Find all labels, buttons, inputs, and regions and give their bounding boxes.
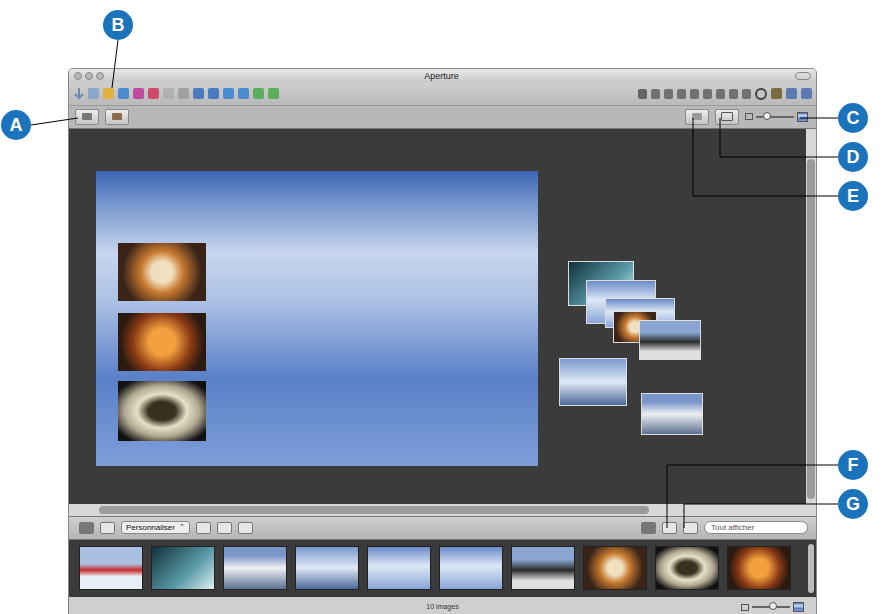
layout-icon[interactable] bbox=[801, 88, 812, 99]
thumbnail[interactable] bbox=[79, 546, 143, 590]
filter-button[interactable] bbox=[683, 522, 698, 534]
zoom-button[interactable] bbox=[96, 72, 104, 80]
thumbnail[interactable] bbox=[367, 546, 431, 590]
light-table-bar bbox=[69, 106, 816, 129]
scale-to-fit-button[interactable] bbox=[715, 109, 739, 125]
preset-select[interactable]: Personnaliser ⌃ bbox=[121, 521, 190, 534]
import-icon[interactable] bbox=[73, 88, 84, 99]
thumbnail[interactable] bbox=[151, 546, 215, 590]
callout-lines bbox=[0, 0, 884, 614]
tool-icon[interactable] bbox=[88, 88, 99, 99]
grid-view-button[interactable] bbox=[79, 522, 94, 534]
tool-icon[interactable] bbox=[193, 88, 204, 99]
horizontal-scrollbar[interactable] bbox=[69, 504, 816, 516]
close-button[interactable] bbox=[74, 72, 82, 80]
thumbnail-size-slider[interactable] bbox=[741, 602, 804, 612]
edit-tool-icon[interactable] bbox=[716, 89, 725, 99]
thumbnail[interactable] bbox=[655, 546, 719, 590]
edit-tool-icon[interactable] bbox=[664, 89, 673, 99]
edit-tool-icon[interactable] bbox=[729, 89, 738, 99]
edit-tool-icon[interactable] bbox=[677, 89, 686, 99]
callout-badge: G bbox=[838, 489, 868, 519]
aperture-window: Aperture Personnaliser ⌃ 10 images bbox=[68, 68, 817, 614]
minimize-button[interactable] bbox=[85, 72, 93, 80]
thumbnail[interactable] bbox=[223, 546, 287, 590]
edit-tool-icon[interactable] bbox=[651, 89, 660, 99]
photo[interactable] bbox=[118, 381, 206, 441]
tool-icon[interactable] bbox=[148, 88, 159, 99]
title-bar: Aperture bbox=[69, 69, 816, 83]
tool-icon[interactable] bbox=[133, 88, 144, 99]
status-bar: 10 images bbox=[69, 597, 816, 614]
lock-button[interactable] bbox=[238, 522, 253, 534]
search-field[interactable] bbox=[704, 521, 808, 534]
tool-icon[interactable] bbox=[178, 88, 189, 99]
tool-icon[interactable] bbox=[163, 88, 174, 99]
light-table bbox=[69, 129, 816, 516]
thumbnail[interactable] bbox=[295, 546, 359, 590]
thumbnail[interactable] bbox=[727, 546, 791, 590]
toolbar bbox=[69, 83, 816, 106]
callout-badge: D bbox=[838, 142, 868, 172]
filmstrip bbox=[69, 540, 816, 598]
photo[interactable] bbox=[118, 243, 206, 301]
small-zoom-icon bbox=[745, 113, 753, 120]
zoom-slider[interactable] bbox=[745, 112, 808, 122]
list-view-button[interactable] bbox=[100, 522, 115, 534]
thumbnail[interactable] bbox=[439, 546, 503, 590]
window-title: Aperture bbox=[424, 71, 459, 81]
tool-icon[interactable] bbox=[118, 88, 129, 99]
tool-icon[interactable] bbox=[268, 88, 279, 99]
show-all-button[interactable] bbox=[685, 109, 709, 125]
projects-button[interactable] bbox=[75, 109, 99, 125]
photo[interactable] bbox=[641, 393, 703, 435]
edit-tool-icon[interactable] bbox=[742, 89, 751, 99]
callout-badge: B bbox=[103, 10, 133, 40]
callout-badge: C bbox=[838, 103, 868, 133]
edit-tool-icon[interactable] bbox=[638, 89, 647, 99]
page: Aperture Personnaliser ⌃ 10 images A B CDE… bbox=[0, 0, 884, 614]
edit-tool-icon[interactable] bbox=[690, 89, 699, 99]
tool-icon[interactable] bbox=[223, 88, 234, 99]
thumbnail[interactable] bbox=[583, 546, 647, 590]
filmstrip-view-button[interactable] bbox=[641, 522, 656, 534]
photo[interactable] bbox=[639, 320, 701, 360]
tool-icon[interactable] bbox=[253, 88, 264, 99]
filmstrip-scrollbar[interactable] bbox=[808, 544, 814, 594]
callout-badge: E bbox=[838, 181, 868, 211]
tool-icon[interactable] bbox=[208, 88, 219, 99]
toolbar-toggle[interactable] bbox=[795, 72, 811, 80]
sort-button[interactable] bbox=[196, 522, 211, 534]
tool-icon[interactable] bbox=[103, 88, 114, 99]
browser-view-button[interactable] bbox=[662, 522, 677, 534]
image-count: 10 images bbox=[426, 603, 458, 610]
callout-badge: F bbox=[838, 450, 868, 480]
photo[interactable] bbox=[118, 313, 206, 371]
tool-icon[interactable] bbox=[238, 88, 249, 99]
layout-icon[interactable] bbox=[786, 88, 797, 99]
thumbnail[interactable] bbox=[511, 546, 575, 590]
photo[interactable] bbox=[559, 358, 627, 406]
edit-tool-icon[interactable] bbox=[703, 89, 712, 99]
loupe-icon[interactable] bbox=[755, 88, 767, 100]
light-table-add-button[interactable] bbox=[105, 109, 129, 125]
light-table-canvas bbox=[69, 129, 806, 504]
callout-badge: A bbox=[1, 110, 31, 140]
inspector-icon[interactable] bbox=[771, 88, 782, 99]
browser-bar: Personnaliser ⌃ bbox=[69, 516, 816, 540]
stack-button[interactable] bbox=[217, 522, 232, 534]
large-zoom-icon bbox=[797, 112, 808, 122]
vertical-scrollbar[interactable] bbox=[806, 129, 816, 504]
